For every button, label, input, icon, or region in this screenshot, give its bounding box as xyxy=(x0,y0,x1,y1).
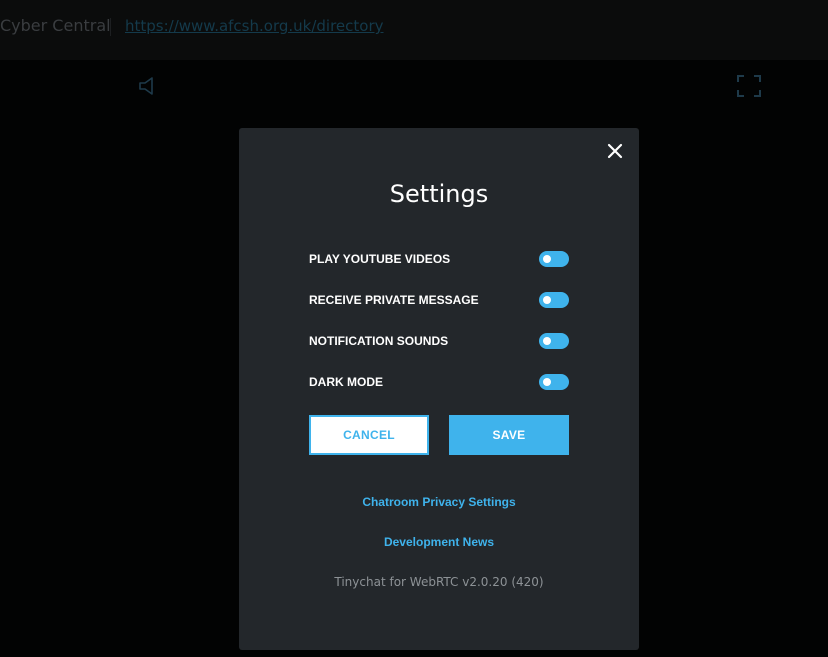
cancel-button[interactable]: CANCEL xyxy=(309,415,429,455)
save-button[interactable]: SAVE xyxy=(449,415,569,455)
private-message-toggle[interactable] xyxy=(539,292,569,308)
toggle-knob xyxy=(543,296,551,304)
version-text: Tinychat for WebRTC v2.0.20 (420) xyxy=(334,575,544,589)
fullscreen-icon[interactable] xyxy=(737,75,761,97)
privacy-settings-link[interactable]: Chatroom Privacy Settings xyxy=(239,495,639,509)
settings-modal: Settings PLAY YOUTUBE VIDEOS RECEIVE PRI… xyxy=(239,128,639,650)
toggle-knob xyxy=(543,337,551,345)
toggle-knob xyxy=(543,255,551,263)
notification-sounds-toggle[interactable] xyxy=(539,333,569,349)
setting-row-youtube: PLAY YOUTUBE VIDEOS xyxy=(309,249,569,269)
setting-row-private-message: RECEIVE PRIVATE MESSAGE xyxy=(309,290,569,310)
development-news-link[interactable]: Development News xyxy=(239,535,639,549)
setting-label-notification-sounds: NOTIFICATION SOUNDS xyxy=(309,334,449,348)
setting-label-youtube: PLAY YOUTUBE VIDEOS xyxy=(309,252,451,266)
chat-room-page: Cyber Central https://www.afcsh.org.uk/d… xyxy=(0,0,828,657)
close-icon[interactable] xyxy=(606,142,624,160)
youtube-toggle[interactable] xyxy=(539,251,569,267)
header-divider xyxy=(110,18,111,36)
room-title: Cyber Central xyxy=(0,16,111,35)
room-header: Cyber Central https://www.afcsh.org.uk/d… xyxy=(0,0,828,60)
setting-label-private-message: RECEIVE PRIVATE MESSAGE xyxy=(309,293,479,307)
setting-label-dark-mode: DARK MODE xyxy=(309,375,383,389)
setting-row-dark-mode: DARK MODE xyxy=(309,372,569,392)
toggle-knob xyxy=(543,378,551,386)
room-url-link[interactable]: https://www.afcsh.org.uk/directory xyxy=(125,17,384,35)
settings-title: Settings xyxy=(389,180,489,208)
speaker-icon[interactable] xyxy=(137,75,159,97)
setting-row-notification-sounds: NOTIFICATION SOUNDS xyxy=(309,331,569,351)
dark-mode-toggle[interactable] xyxy=(539,374,569,390)
